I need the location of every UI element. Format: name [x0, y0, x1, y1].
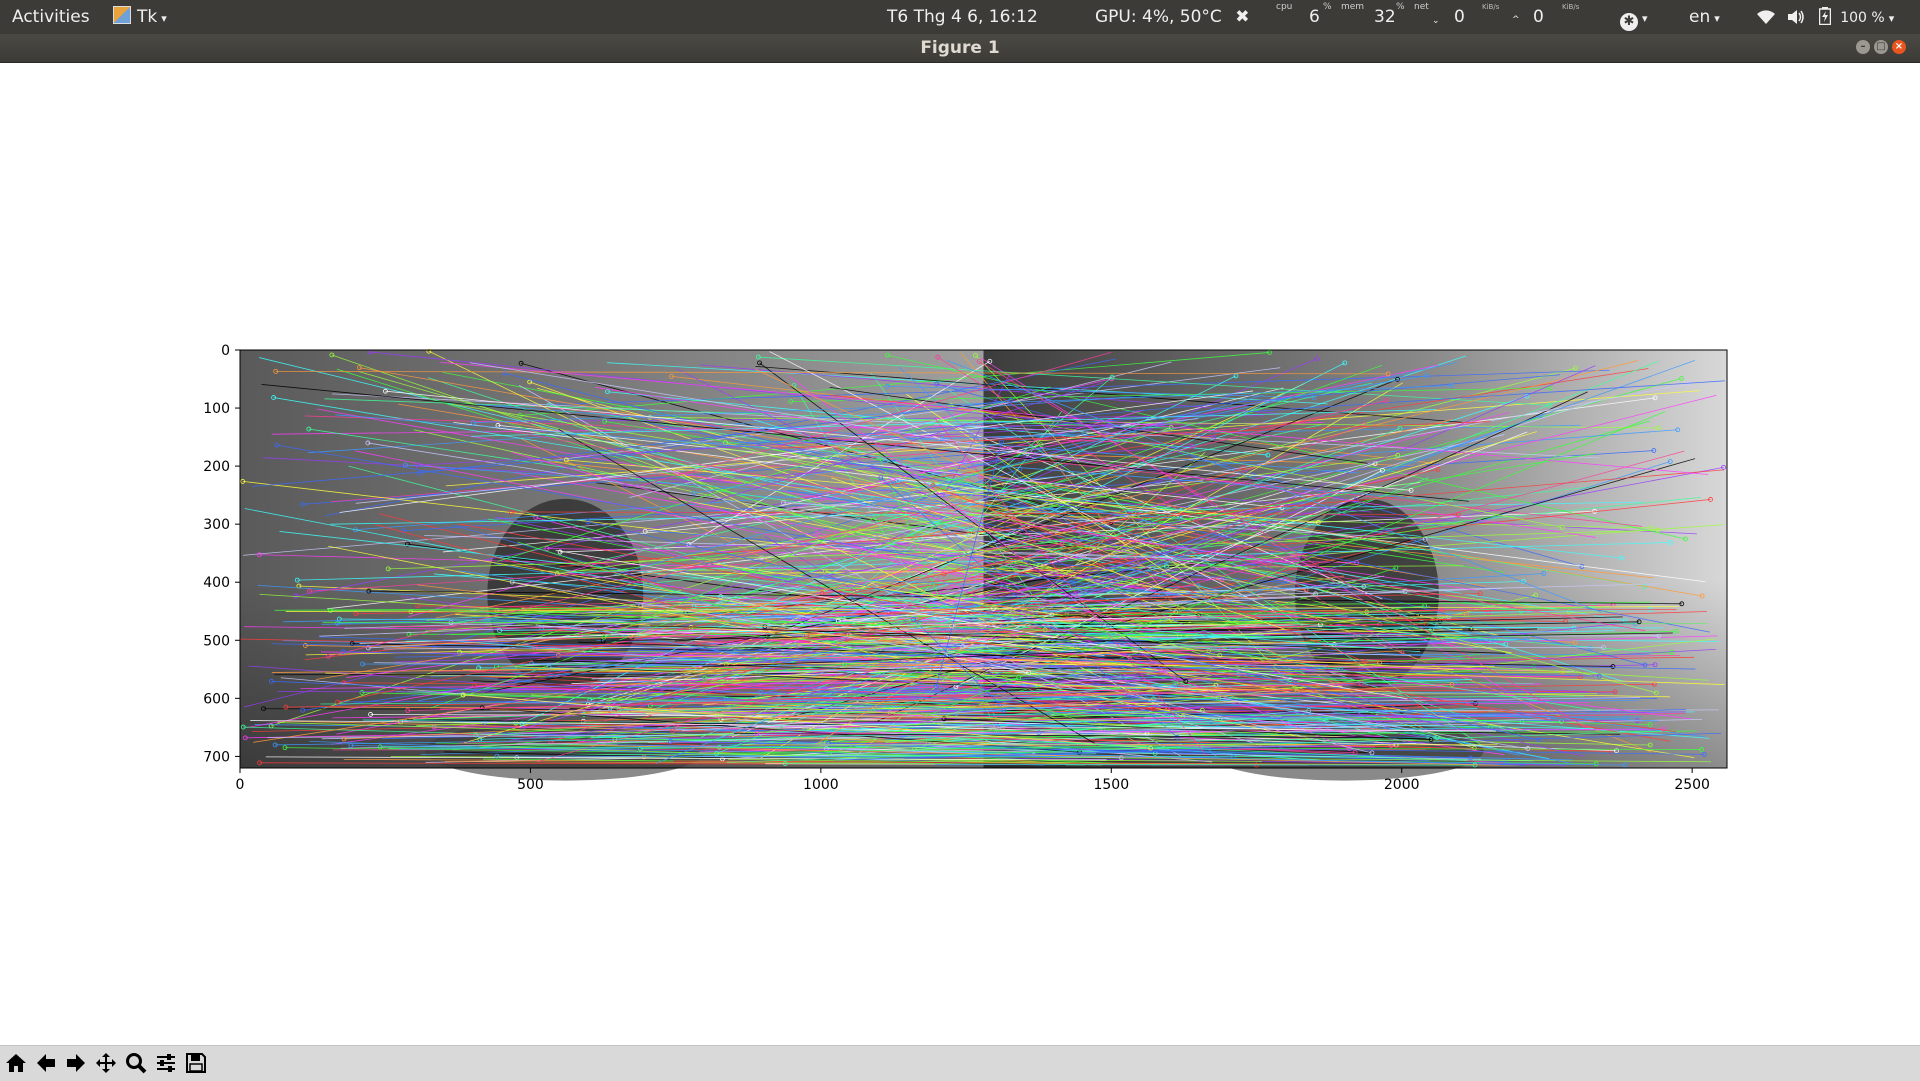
y-tick-label: 300	[203, 517, 230, 533]
mem-label: mem	[1341, 0, 1364, 24]
chevron-down-icon: ▾	[1642, 12, 1648, 25]
tk-app-icon	[113, 6, 131, 24]
net-down-value: 0	[1454, 0, 1465, 34]
pan-icon	[95, 1052, 117, 1074]
window-title: Figure 1	[0, 34, 1920, 62]
gpu-indicator[interactable]: GPU: 4%, 50°C ✖	[1095, 0, 1249, 34]
cpu-label: cpu	[1276, 0, 1292, 24]
figure-canvas[interactable]: 0 500 1000 1500 2000 2500 0 100 200 300 400 500 600 7…	[0, 63, 1920, 1045]
chevron-down-icon: ▾	[1714, 12, 1720, 25]
y-tick-label: 400	[203, 575, 230, 591]
net-down-arrow-icon: ⌄	[1432, 4, 1440, 38]
zoom-button[interactable]	[123, 1050, 149, 1076]
net-up-value: 0	[1533, 0, 1544, 34]
navigation-toolbar	[0, 1045, 1920, 1081]
plot-area: 0 500 1000 1500 2000 2500 0 100 200 300 400 500 600 7…	[0, 63, 1920, 1045]
app-menu[interactable]: Tk ▾	[113, 0, 167, 34]
activities-label: Activities	[12, 7, 90, 27]
forward-button[interactable]	[63, 1050, 89, 1076]
configure-subplots-button[interactable]	[153, 1050, 179, 1076]
accessibility-menu[interactable]: ✱▾	[1620, 0, 1648, 34]
top-panel: Activities Tk ▾ T6 Thg 4 6, 16:12 GPU: 4%…	[0, 0, 1920, 34]
app-menu-label: Tk	[137, 7, 157, 27]
close-button[interactable]: ×	[1892, 40, 1906, 54]
x-tick-label: 1000	[803, 777, 839, 793]
wifi-icon	[1756, 3, 1776, 37]
forward-arrow-icon	[65, 1052, 87, 1074]
window-titlebar[interactable]: Figure 1 – □ ×	[0, 34, 1920, 63]
x-tick-label: 1500	[1093, 777, 1129, 793]
net-up-unit: KiB/s	[1562, 0, 1579, 24]
activities-button[interactable]: Activities	[12, 0, 90, 34]
back-button[interactable]	[33, 1050, 59, 1076]
y-tick-label: 100	[203, 401, 230, 417]
x-tick-label: 2000	[1384, 777, 1420, 793]
cpu-percent: %	[1323, 0, 1332, 24]
zoom-icon	[125, 1052, 147, 1074]
y-tick-label: 700	[203, 749, 230, 765]
y-tick-label: 0	[221, 343, 230, 359]
cpu-value: 6	[1309, 0, 1320, 34]
y-tick-label: 600	[203, 691, 230, 707]
battery-label: 100 %	[1840, 10, 1884, 26]
clock[interactable]: T6 Thg 4 6, 16:12	[887, 0, 1038, 34]
home-button[interactable]	[3, 1050, 29, 1076]
net-label: net	[1414, 0, 1429, 24]
x-tick-label: 0	[236, 777, 245, 793]
language-label: en	[1689, 7, 1710, 27]
save-icon	[185, 1052, 207, 1074]
clock-label: T6 Thg 4 6, 16:12	[887, 7, 1038, 27]
y-tick-label: 500	[203, 633, 230, 649]
chevron-down-icon: ▾	[161, 12, 167, 25]
language-menu[interactable]: en ▾	[1689, 0, 1720, 34]
back-arrow-icon	[35, 1052, 57, 1074]
accessibility-icon: ✱	[1620, 13, 1638, 31]
x-tick-label: 500	[517, 777, 544, 793]
minimize-button[interactable]: –	[1856, 40, 1870, 54]
close-icon: ×	[1895, 41, 1903, 52]
x-tick-label: 2500	[1674, 777, 1710, 793]
net-up-arrow-icon: ^	[1512, 3, 1520, 37]
mem-percent: %	[1396, 0, 1405, 24]
gpu-label: GPU: 4%, 50°C	[1095, 7, 1222, 27]
system-menu[interactable]: 100 % ▾	[1756, 0, 1894, 34]
chevron-down-icon: ▾	[1889, 12, 1895, 25]
save-button[interactable]	[183, 1050, 209, 1076]
maximize-icon: □	[1876, 41, 1885, 52]
maximize-button[interactable]: □	[1874, 40, 1888, 54]
home-icon	[5, 1052, 27, 1074]
pan-button[interactable]	[93, 1050, 119, 1076]
y-tick-label: 200	[203, 459, 230, 475]
mem-value: 32	[1374, 0, 1396, 34]
configure-subplots-icon	[155, 1052, 177, 1074]
gpu-menu-icon: ✖	[1235, 7, 1249, 27]
battery-icon	[1819, 3, 1831, 37]
net-down-unit: KiB/s	[1482, 0, 1499, 24]
minimize-icon: –	[1861, 41, 1866, 52]
volume-icon	[1787, 3, 1805, 37]
